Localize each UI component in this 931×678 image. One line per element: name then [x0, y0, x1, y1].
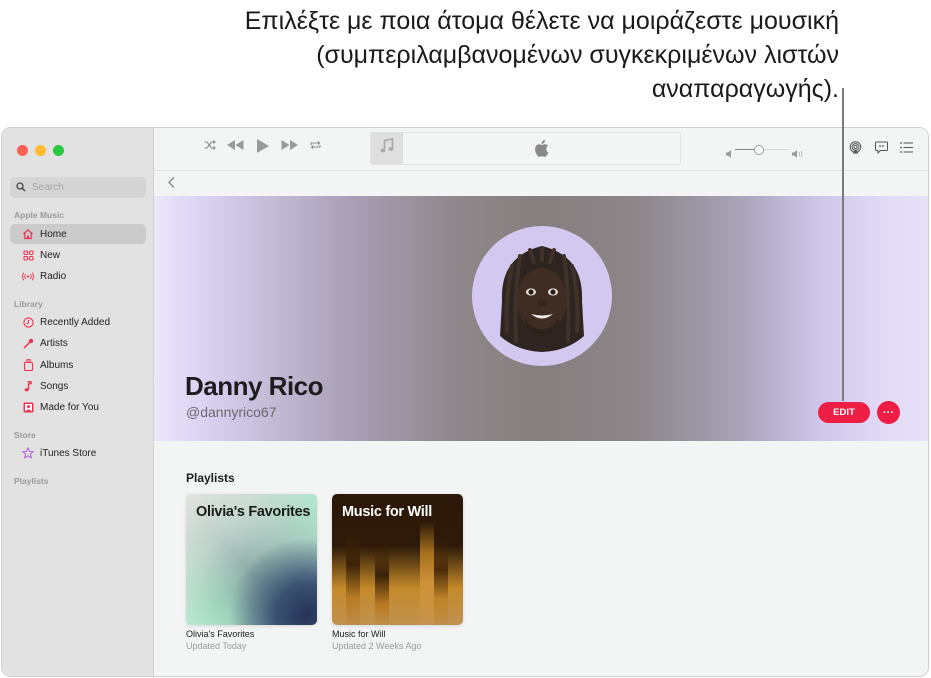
edit-profile-button[interactable]: EDIT [818, 402, 870, 423]
sidebar-item-recently-added[interactable]: Recently Added [10, 312, 146, 332]
play-icon[interactable] [257, 139, 269, 153]
callout-annotation: Επιλέξτε με ποια άτομα θέλετε να μοιράζε… [244, 7, 839, 103]
volume-low-icon [726, 145, 732, 163]
playlists-section-title: Playlists [186, 471, 235, 485]
search-input[interactable] [32, 182, 132, 193]
sidebar-item-label: Made for You [40, 401, 99, 413]
volume-high-icon [792, 145, 803, 163]
star-icon [22, 447, 34, 459]
memoji-image [500, 246, 584, 352]
search-icon [16, 179, 26, 197]
sidebar-item-songs[interactable]: Songs [10, 376, 146, 396]
playlist-artwork-title: Olivia's Favorites [196, 504, 311, 520]
profile-header: Danny Rico @dannyrico67 EDIT ··· [154, 196, 928, 441]
sidebar-item-artists[interactable]: Artists [10, 333, 146, 353]
grid-icon [22, 249, 34, 261]
sidebar-item-label: New [40, 249, 61, 261]
back-chevron-icon[interactable] [168, 175, 175, 193]
section-label-playlists: Playlists [14, 476, 49, 486]
album-stack-icon [22, 359, 34, 371]
sidebar-item-label: Radio [40, 270, 67, 282]
playlist-artwork[interactable]: Music for Will [332, 494, 463, 625]
clock-icon [22, 316, 34, 328]
volume-knob[interactable] [753, 144, 764, 155]
playlist-card[interactable]: Music for Will Music for Will Updated 2 … [332, 494, 463, 651]
music-app-window: Apple Music Home New Radio Library Recen… [1, 127, 929, 677]
playlist-subtitle: Updated 2 Weeks Ago [332, 641, 422, 651]
profile-avatar [472, 226, 612, 366]
airplay-icon[interactable] [849, 141, 862, 154]
microphone-icon [22, 337, 34, 349]
zoom-window-button[interactable] [53, 145, 64, 156]
house-icon [22, 228, 34, 240]
playlist-title[interactable]: Music for Will [332, 629, 463, 639]
music-note-icon [380, 138, 394, 159]
section-label-library: Library [14, 299, 43, 309]
sidebar-item-made-for-you[interactable]: Made for You [10, 397, 146, 417]
sidebar-item-home[interactable]: Home [10, 224, 146, 244]
playlist-title[interactable]: Olivia's Favorites [186, 629, 317, 639]
playlist-subtitle: Updated Today [186, 641, 247, 651]
profile-name: Danny Rico [185, 371, 324, 401]
playlist-artwork-title: Music for Will [342, 504, 432, 520]
more-options-button[interactable]: ··· [877, 401, 900, 424]
callout-pointer-line [842, 88, 844, 401]
section-label-store: Store [14, 430, 36, 440]
sidebar-item-label: Home [40, 228, 67, 240]
music-note-icon [22, 380, 34, 392]
window-controls [17, 145, 64, 156]
shuffle-icon[interactable] [204, 140, 216, 150]
sidebar-item-label: Albums [40, 359, 74, 371]
rewind-icon[interactable] [227, 140, 244, 150]
lyrics-icon[interactable] [875, 141, 888, 154]
profile-handle: @dannyrico67 [186, 404, 277, 420]
broadcast-icon [22, 270, 34, 282]
sidebar-item-label: Songs [40, 380, 69, 392]
playlist-artwork[interactable]: Olivia's Favorites [186, 494, 317, 625]
main-content: Danny Rico @dannyrico67 EDIT ··· Playlis… [154, 128, 928, 676]
sidebar-item-label: Recently Added [40, 316, 111, 328]
playlist-card[interactable]: Olivia's Favorites Olivia's Favorites Up… [186, 494, 317, 651]
fast-forward-icon[interactable] [281, 140, 298, 150]
repeat-icon[interactable] [310, 140, 321, 150]
search-field[interactable] [10, 177, 146, 198]
sidebar-item-radio[interactable]: Radio [10, 266, 146, 286]
sidebar-item-albums[interactable]: Albums [10, 355, 146, 375]
now-playing-display [370, 132, 681, 165]
volume-slider[interactable] [726, 143, 806, 158]
sidebar-item-label: Artists [40, 337, 68, 349]
person-square-icon [22, 401, 34, 413]
now-playing-artwork [371, 133, 403, 164]
navigation-bar [154, 171, 928, 195]
volume-track[interactable] [735, 144, 788, 155]
section-label-apple-music: Apple Music [14, 210, 65, 220]
playback-toolbar [154, 128, 928, 171]
apple-logo-icon [534, 140, 549, 162]
sidebar-item-new[interactable]: New [10, 245, 146, 265]
queue-list-icon[interactable] [900, 142, 913, 153]
sidebar: Apple Music Home New Radio Library Recen… [2, 128, 154, 676]
close-window-button[interactable] [17, 145, 28, 156]
sidebar-item-itunes-store[interactable]: iTunes Store [10, 443, 146, 463]
sidebar-item-label: iTunes Store [40, 447, 97, 459]
minimize-window-button[interactable] [35, 145, 46, 156]
